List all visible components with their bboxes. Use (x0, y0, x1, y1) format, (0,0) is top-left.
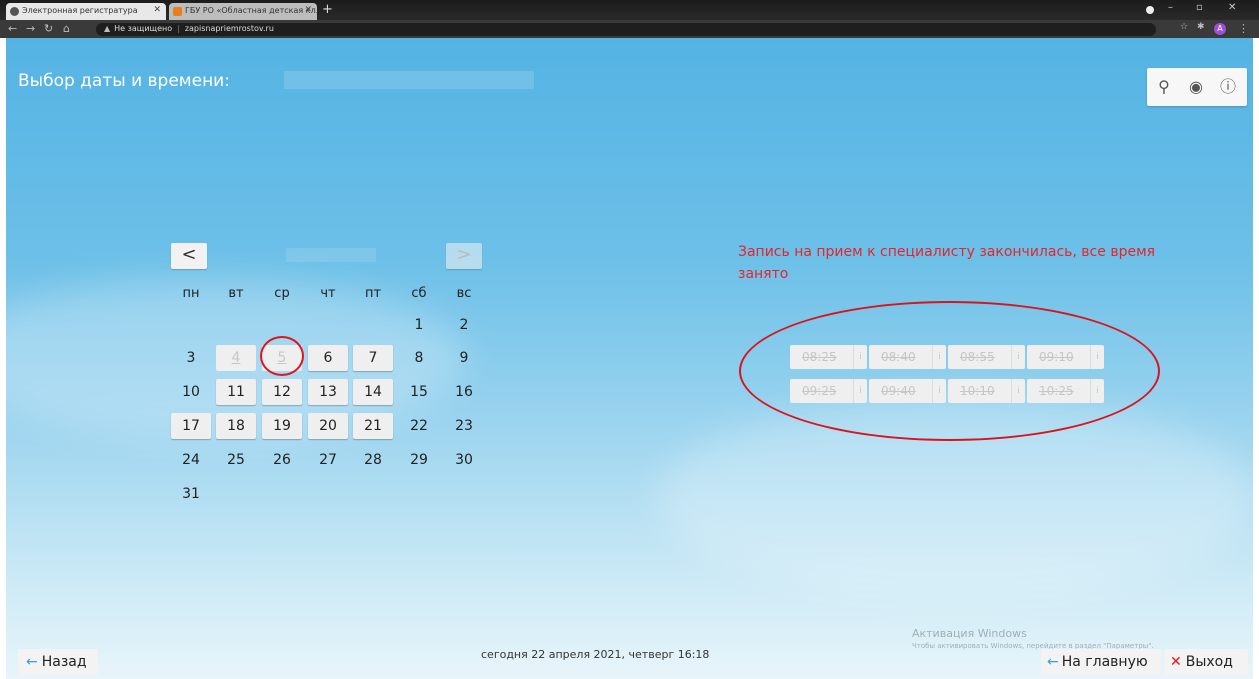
url-text: zapisnapriemrostov.ru (184, 24, 274, 33)
record-icon (1146, 6, 1154, 14)
url-warning: Не защищено (114, 24, 173, 33)
new-tab-button[interactable]: + (322, 2, 333, 17)
calendar-day-button[interactable]: 19 (262, 413, 302, 439)
reload-icon[interactable]: ↻ (44, 22, 53, 35)
weekday-label: ср (274, 286, 290, 301)
browser-tab-clinic[interactable]: ГБУ РО «Областная детская кл... ✕ (169, 3, 317, 20)
home-label: На главную (1061, 654, 1148, 670)
weekday-label: пн (182, 286, 200, 301)
maximize-icon[interactable]: ▫ (1196, 2, 1203, 13)
weekday-label: чт (320, 286, 336, 301)
windows-activation-title: Активация Windows (912, 627, 1027, 640)
minimize-icon[interactable]: – (1168, 2, 1173, 13)
home-icon[interactable]: ⌂ (63, 22, 70, 35)
profile-avatar[interactable]: A (1214, 23, 1226, 35)
calendar-day-button[interactable]: 13 (308, 379, 348, 405)
calendar-day: 30 (455, 452, 473, 468)
close-tab-icon[interactable]: ✕ (304, 5, 312, 15)
eye-icon[interactable]: ◉ (1185, 76, 1207, 98)
calendar-day-disabled: 4 (216, 345, 256, 371)
calendar-day-button[interactable]: 12 (262, 379, 302, 405)
weekday-label: вс (456, 286, 472, 301)
calendar-day: 16 (455, 384, 473, 400)
calendar-day: 22 (410, 418, 428, 434)
exit-label: Выход (1185, 654, 1233, 670)
toolbox: ⚲ ◉ ⓘ (1147, 68, 1247, 106)
calendar-day-button[interactable]: 18 (216, 413, 256, 439)
weekday-label: вт (228, 286, 244, 301)
weekday-label: пт (364, 286, 382, 301)
forward-arrow-icon[interactable]: → (26, 22, 35, 35)
browser-tab-strip: Электронная регистратура ✕ ГБУ РО «Облас… (0, 0, 1259, 20)
calendar-day: 25 (227, 452, 245, 468)
calendar-day: 9 (459, 350, 469, 366)
back-arrow-icon[interactable]: ← (8, 22, 17, 35)
calendar-day: 24 (182, 452, 200, 468)
calendar-day: 3 (186, 350, 196, 366)
warning-icon: ▲ (104, 24, 111, 33)
current-datetime: сегодня 22 апреля 2021, четверг 16:18 (481, 648, 710, 661)
back-label: Назад (41, 654, 87, 670)
extensions-icon[interactable]: ✱ (1197, 22, 1205, 32)
info-icon[interactable]: ⓘ (1217, 76, 1239, 98)
arrow-left-icon: ← (26, 654, 38, 670)
highlight-circle (260, 336, 304, 376)
calendar-day: 26 (273, 452, 291, 468)
calendar-day: 2 (459, 317, 469, 333)
url-field[interactable]: ▲ Не защищено | zapisnapriemrostov.ru (96, 23, 1156, 36)
prev-month-button[interactable]: < (171, 243, 207, 269)
back-button[interactable]: ← Назад (18, 649, 98, 675)
close-window-icon[interactable]: ✕ (1228, 2, 1236, 13)
calendar-day: 15 (410, 384, 428, 400)
calendar-day: 29 (410, 452, 428, 468)
calendar-day: 23 (455, 418, 473, 434)
month-label-redacted (286, 248, 376, 262)
highlight-ellipse (739, 301, 1160, 441)
close-tab-icon[interactable]: ✕ (153, 5, 161, 15)
browser-tab-registry[interactable]: Электронная регистратура ✕ (6, 3, 166, 20)
calendar-day-button[interactable]: 20 (308, 413, 348, 439)
calendar-day-button[interactable]: 11 (216, 379, 256, 405)
calendar-day: 28 (364, 452, 382, 468)
search-icon[interactable]: ⚲ (1153, 76, 1175, 98)
calendar-day-button[interactable]: 14 (353, 379, 393, 405)
arrow-left-icon: ← (1047, 654, 1059, 670)
address-bar: ← → ↻ ⌂ ▲ Не защищено | zapisnapriemrostov.… (0, 20, 1259, 38)
no-slots-message: Запись на прием к специалисту закончилас… (738, 244, 1156, 282)
page-title: Выбор даты и времени: (18, 71, 230, 91)
calendar-day-button[interactable]: 21 (353, 413, 393, 439)
exit-button[interactable]: ✕ Выход (1164, 649, 1248, 675)
calendar-day-button[interactable]: 7 (353, 345, 393, 371)
star-icon[interactable]: ☆ (1180, 22, 1188, 32)
next-month-button[interactable]: > (446, 243, 482, 269)
calendar-day: 27 (319, 452, 337, 468)
calendar-day: 31 (182, 486, 200, 502)
page-content: Выбор даты и времени: ⚲ ◉ ⓘ < > пн вт ср… (6, 38, 1253, 679)
close-icon: ✕ (1170, 654, 1182, 670)
weekday-label: сб (411, 286, 427, 301)
menu-icon[interactable]: ⋮ (1238, 22, 1249, 35)
calendar-day: 1 (414, 317, 424, 333)
url-separator: | (177, 24, 180, 33)
redacted-area (284, 71, 534, 89)
calendar-day: 8 (414, 350, 424, 366)
tab-title: ГБУ РО «Областная детская кл... (185, 6, 317, 15)
clinic-favicon-icon (173, 7, 182, 16)
tab-title: Электронная регистратура (22, 6, 138, 15)
calendar-day-button[interactable]: 6 (308, 345, 348, 371)
site-favicon-icon (10, 7, 19, 16)
calendar-day: 10 (182, 384, 200, 400)
calendar-day-button[interactable]: 17 (171, 413, 211, 439)
home-button[interactable]: ← На главную (1041, 649, 1161, 675)
